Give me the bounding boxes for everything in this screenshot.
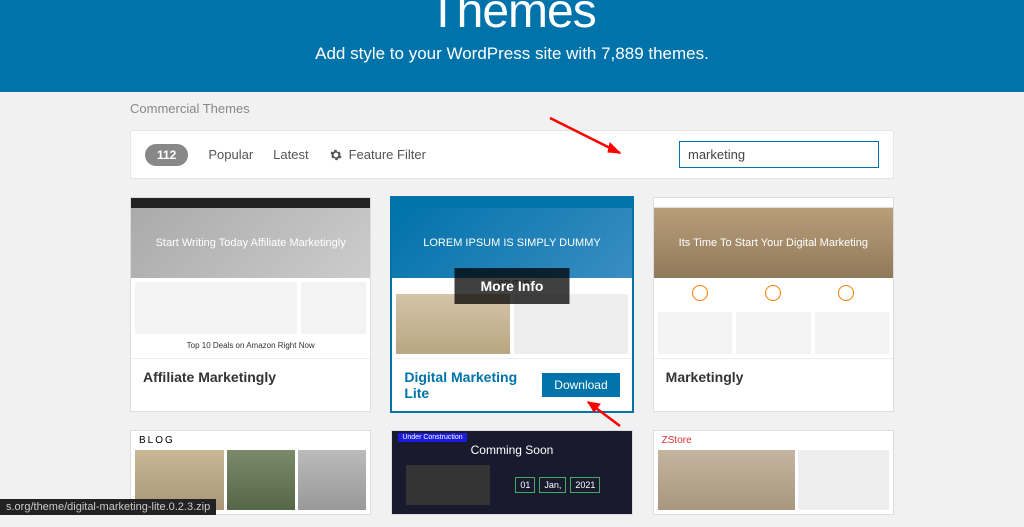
sub-nav: Commercial Themes	[0, 92, 1024, 118]
thumb-logo: ZStore	[654, 431, 893, 450]
theme-card[interactable]: Its Time To Start Your Digital Marketing…	[653, 197, 894, 412]
gear-icon	[329, 148, 343, 162]
under-construction-label: Under Construction	[398, 433, 466, 442]
tab-latest[interactable]: Latest	[273, 147, 308, 162]
theme-thumbnail: Start Writing Today Affiliate Marketingl…	[131, 198, 370, 358]
more-info-button[interactable]: More Info	[454, 268, 569, 304]
tab-popular[interactable]: Popular	[208, 147, 253, 162]
page-subtitle: Add style to your WordPress site with 7,…	[0, 44, 1024, 64]
theme-thumbnail: Its Time To Start Your Digital Marketing	[654, 198, 893, 358]
theme-card[interactable]: ZStore	[653, 430, 894, 515]
themes-grid-row2: BLOG Under Construction Comming Soon 01 …	[130, 430, 894, 515]
theme-title: Marketingly	[666, 369, 744, 385]
filter-bar: 112 Popular Latest Feature Filter	[130, 130, 894, 179]
result-count-badge: 112	[145, 144, 188, 166]
download-button[interactable]: Download	[542, 373, 619, 397]
search-input[interactable]	[679, 141, 879, 168]
annotation-arrow-icon	[540, 108, 640, 163]
feature-filter-button[interactable]: Feature Filter	[329, 147, 426, 162]
theme-card[interactable]: LOREM IPSUM IS SIMPLY DUMMY ABOUT US Mor…	[391, 197, 632, 412]
thumb-hero-text: Its Time To Start Your Digital Marketing	[654, 208, 893, 278]
commercial-themes-link[interactable]: Commercial Themes	[130, 101, 250, 116]
feature-filter-label: Feature Filter	[349, 147, 426, 162]
theme-card[interactable]: Start Writing Today Affiliate Marketingl…	[130, 197, 371, 412]
status-bar: s.org/theme/digital-marketing-lite.0.2.3…	[0, 499, 216, 515]
theme-card[interactable]: Under Construction Comming Soon 01 Jan, …	[391, 430, 632, 515]
hero-banner: Themes Add style to your WordPress site …	[0, 0, 1024, 92]
thumb-logo: BLOG	[131, 431, 370, 450]
themes-grid: Start Writing Today Affiliate Marketingl…	[130, 197, 894, 412]
theme-title: Affiliate Marketingly	[143, 369, 276, 385]
theme-title: Digital Marketing Lite	[404, 369, 542, 401]
annotation-arrow-icon	[580, 396, 630, 431]
thumb-hero-text: Start Writing Today Affiliate Marketingl…	[131, 208, 370, 278]
page-title: Themes	[0, 0, 1024, 36]
